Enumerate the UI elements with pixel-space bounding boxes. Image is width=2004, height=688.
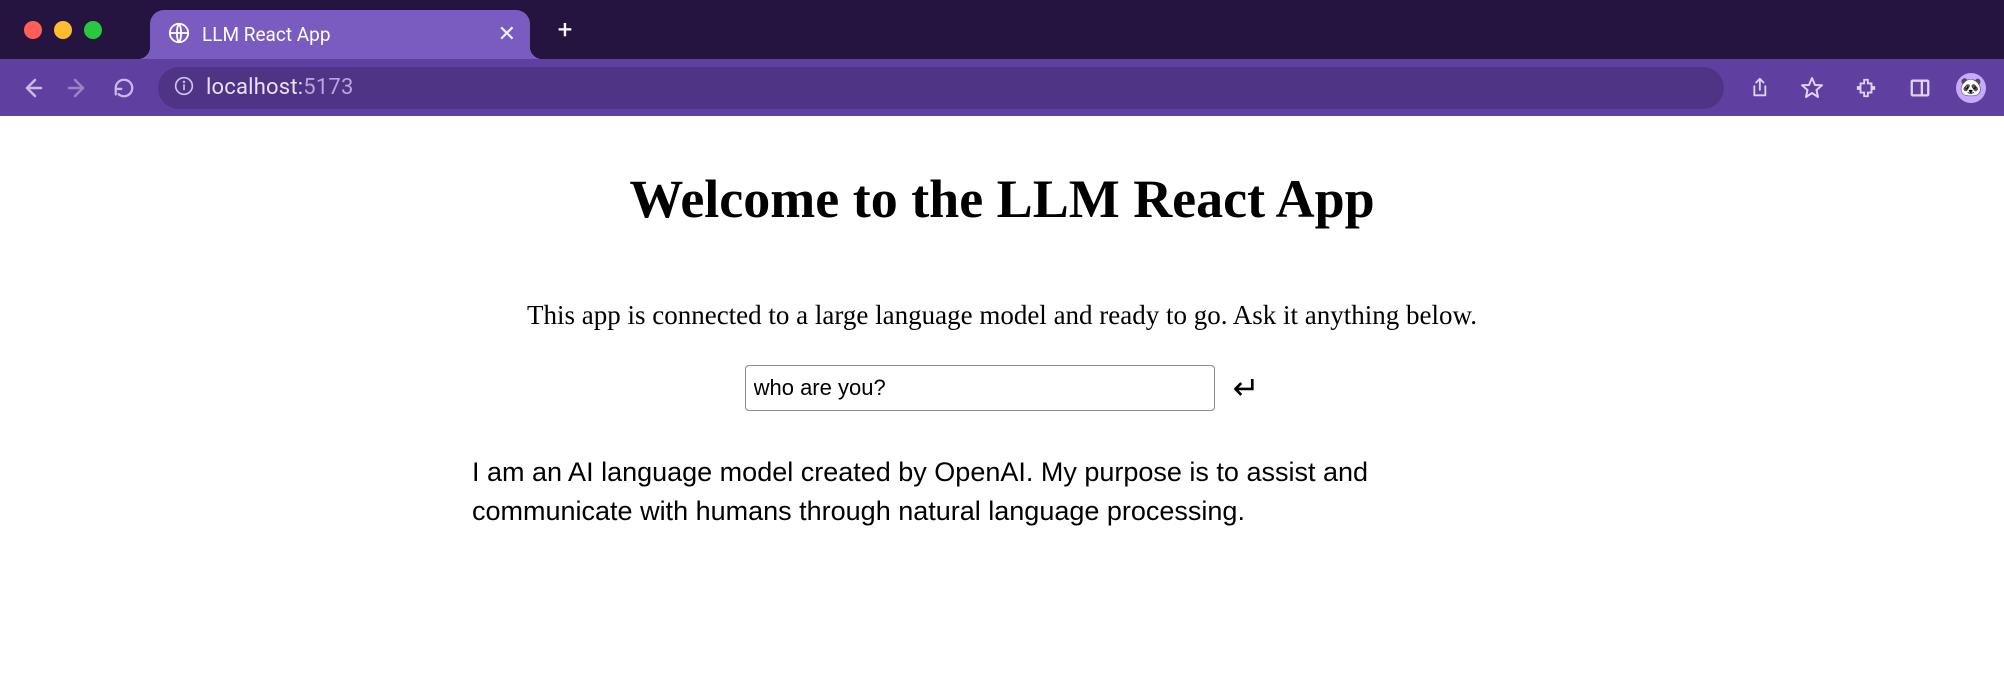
page-title: Welcome to the LLM React App bbox=[629, 168, 1374, 230]
site-info-icon[interactable] bbox=[174, 76, 194, 100]
submit-button[interactable]: ↵ bbox=[1233, 372, 1260, 404]
page-content: Welcome to the LLM React App This app is… bbox=[0, 116, 2004, 531]
tab-title: LLM React App bbox=[202, 23, 486, 46]
window-minimize-button[interactable] bbox=[54, 21, 72, 39]
bookmark-star-icon[interactable] bbox=[1794, 70, 1830, 106]
address-bar[interactable]: localhost:5173 bbox=[158, 67, 1724, 109]
llm-response: I am an AI language model created by Ope… bbox=[472, 453, 1532, 531]
browser-tab[interactable]: LLM React App ✕ bbox=[150, 10, 530, 59]
window-close-button[interactable] bbox=[24, 21, 42, 39]
reload-button[interactable] bbox=[104, 68, 144, 108]
extensions-icon[interactable] bbox=[1848, 70, 1884, 106]
page-subtitle: This app is connected to a large languag… bbox=[527, 300, 1477, 331]
new-tab-button[interactable]: + bbox=[545, 0, 585, 59]
address-text: localhost:5173 bbox=[206, 75, 354, 100]
globe-icon bbox=[168, 22, 190, 48]
traffic-lights bbox=[24, 21, 102, 39]
window-maximize-button[interactable] bbox=[84, 21, 102, 39]
prompt-row: ↵ bbox=[745, 365, 1260, 411]
toolbar-right: 🐼 bbox=[1740, 70, 1992, 106]
profile-avatar[interactable]: 🐼 bbox=[1956, 73, 1986, 103]
browser-toolbar: localhost:5173 🐼 bbox=[0, 59, 2004, 116]
window-titlebar: LLM React App ✕ + bbox=[0, 0, 2004, 59]
tab-close-icon[interactable]: ✕ bbox=[498, 24, 516, 46]
forward-button[interactable] bbox=[58, 68, 98, 108]
share-icon[interactable] bbox=[1740, 70, 1776, 106]
back-button[interactable] bbox=[12, 68, 52, 108]
sidepanel-icon[interactable] bbox=[1902, 70, 1938, 106]
prompt-input[interactable] bbox=[745, 365, 1215, 411]
